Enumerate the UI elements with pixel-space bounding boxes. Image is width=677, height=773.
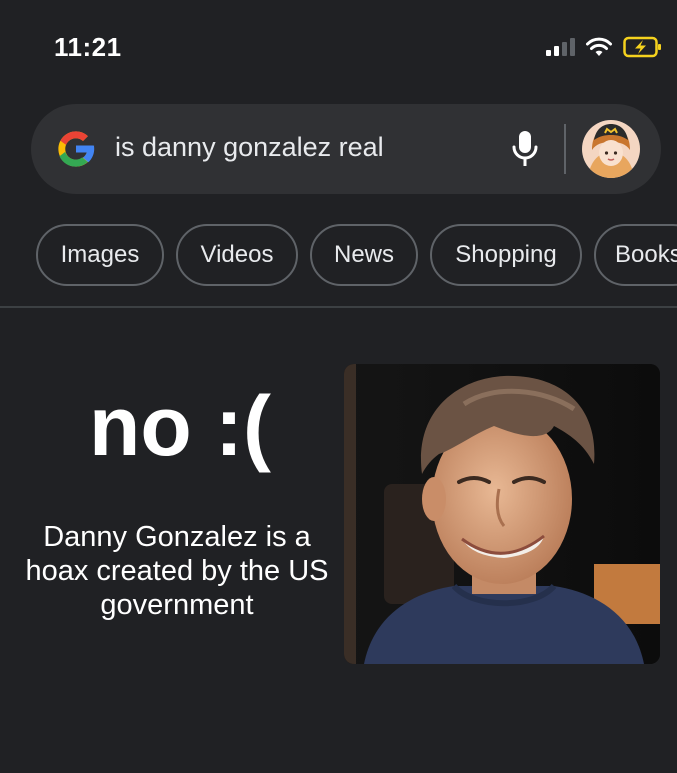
phone-screen: 11:21 is danny gonzalez real Images Vide… bbox=[0, 0, 677, 773]
status-icons bbox=[546, 36, 663, 58]
search-input[interactable]: is danny gonzalez real bbox=[115, 132, 384, 163]
answer-caption: Danny Gonzalez is a hoax created by the … bbox=[25, 521, 329, 621]
chip-shopping[interactable]: Shopping bbox=[430, 224, 582, 286]
user-avatar[interactable] bbox=[582, 120, 640, 178]
status-bar: 11:21 bbox=[0, 0, 677, 100]
status-time: 11:21 bbox=[54, 32, 122, 62]
google-g-logo[interactable] bbox=[53, 126, 99, 172]
chip-news[interactable]: News bbox=[310, 224, 418, 286]
microphone-icon[interactable] bbox=[510, 130, 540, 168]
search-bar[interactable]: is danny gonzalez real bbox=[31, 104, 661, 194]
person-photo[interactable] bbox=[344, 364, 660, 664]
battery-charging-icon bbox=[623, 36, 661, 58]
chip-videos[interactable]: Videos bbox=[176, 224, 298, 286]
header-divider bbox=[0, 306, 677, 308]
chip-books[interactable]: Books bbox=[594, 224, 677, 286]
search-filter-chips: Images Videos News Shopping Books bbox=[36, 224, 677, 288]
chip-images[interactable]: Images bbox=[36, 224, 164, 286]
cellular-signal-icon bbox=[546, 38, 575, 56]
wifi-icon bbox=[586, 37, 612, 56]
search-bar-divider bbox=[564, 124, 566, 174]
answer-headline: no :( bbox=[89, 379, 271, 473]
